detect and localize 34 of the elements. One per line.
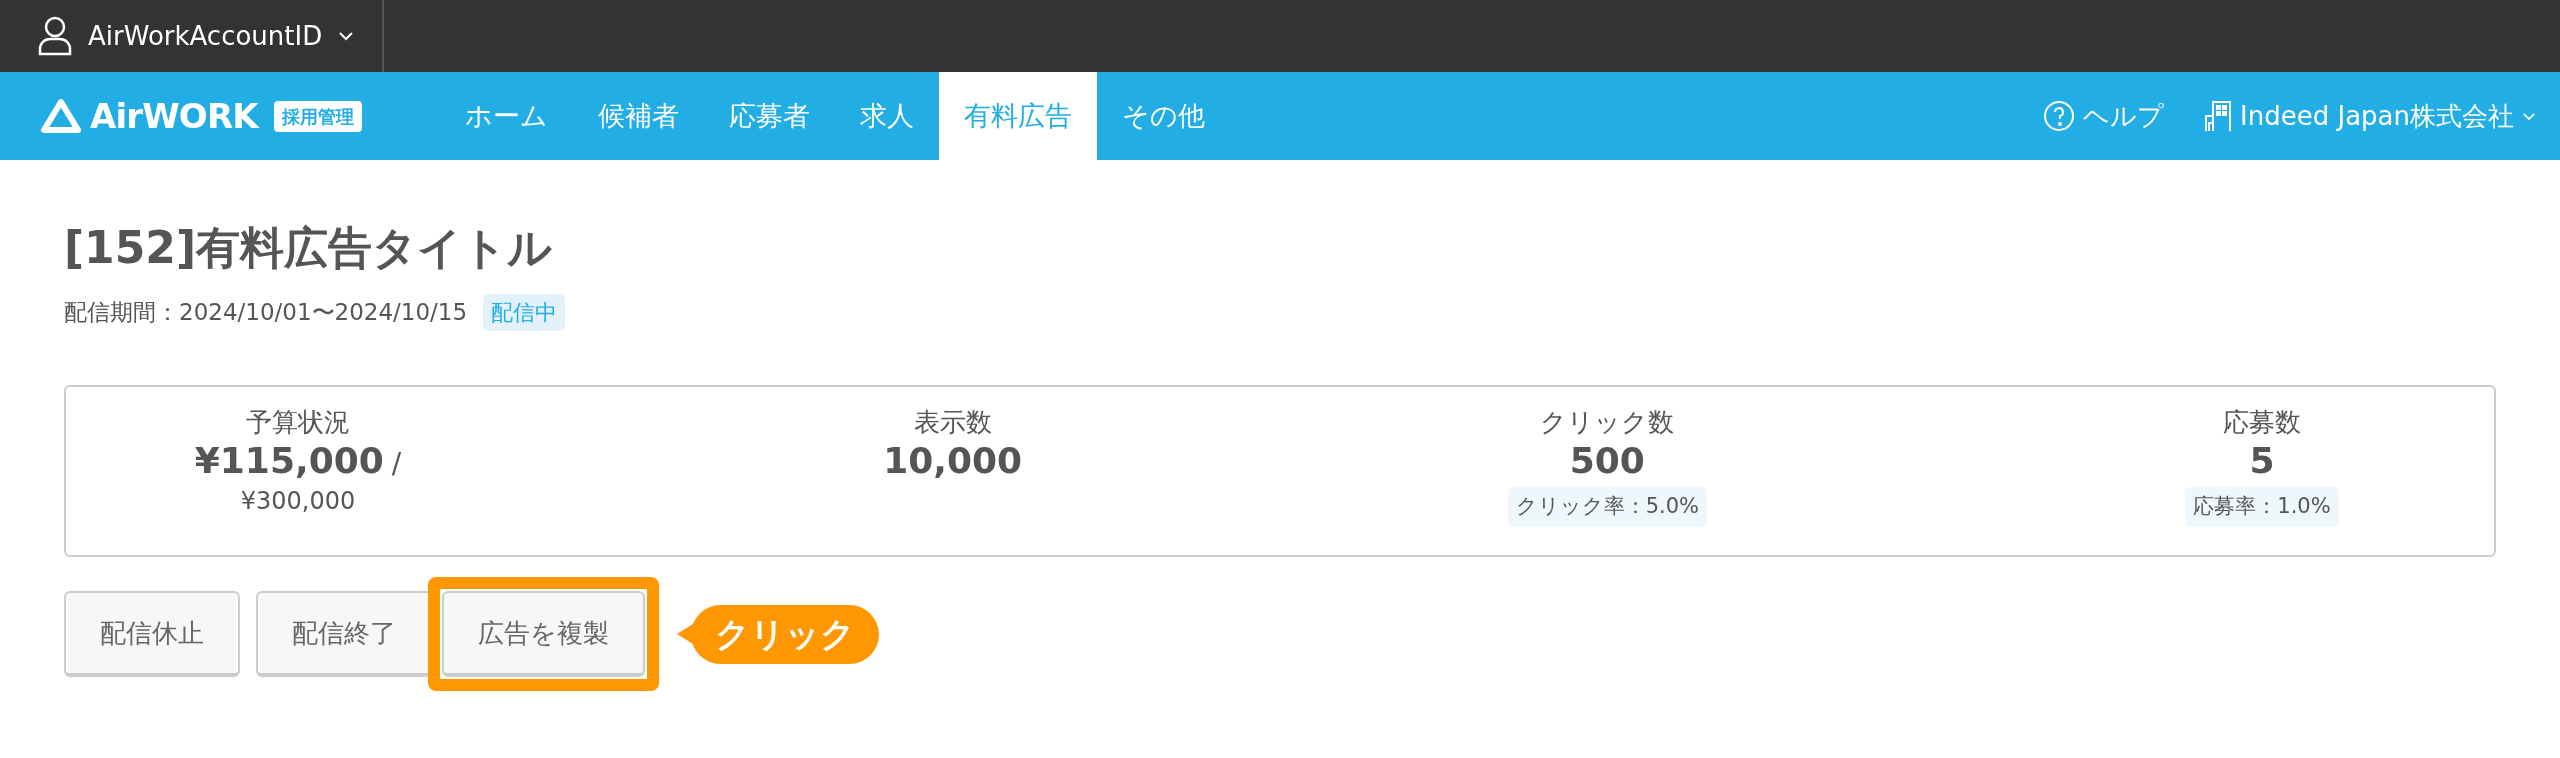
nav-tab[interactable]: 求人 [835, 72, 939, 160]
stat-separator: / [391, 446, 402, 482]
action-button[interactable]: 配信休止 [64, 591, 240, 677]
building-icon [2204, 100, 2233, 132]
logo-badge: 採用管理 [273, 100, 362, 132]
status-badge: 配信中 [483, 294, 566, 331]
company-menu[interactable]: Indeed Japan株式会社 [2204, 96, 2536, 136]
stat-label: 応募数 [2222, 406, 2301, 439]
triangle-logo-icon [40, 97, 82, 135]
stat-total: ¥300,000 [240, 486, 356, 517]
chevron-down-icon [2522, 111, 2536, 121]
action-button[interactable]: 広告を複製 [442, 591, 645, 677]
stat-value: 5 [2249, 439, 2275, 483]
rate-chip: 応募率：1.0% [2185, 487, 2339, 527]
help-link[interactable]: ヘルプ [2043, 96, 2165, 136]
user-icon [38, 16, 72, 56]
chevron-down-icon [338, 31, 355, 41]
logo-text: AirWORK [90, 94, 258, 138]
stat-value: ¥115,000 [194, 439, 384, 483]
stat-value: 10,000 [883, 439, 1023, 483]
stat-label: クリック数 [1540, 406, 1675, 439]
nav-tab[interactable]: ホーム [440, 72, 573, 160]
callout-tail [677, 624, 693, 644]
help-icon [2043, 100, 2076, 132]
period-text: 配信期間：2024/10/01〜2024/10/15 [64, 298, 468, 328]
nav-tab[interactable]: その他 [1097, 72, 1230, 160]
nav-tab[interactable]: 候補者 [573, 72, 704, 160]
stat-value: 500 [1569, 439, 1645, 483]
page-title: [152]有料広告タイトル [64, 226, 553, 270]
stat-label: 予算状況 [246, 406, 350, 439]
rate-chip: クリック率：5.0% [1507, 487, 1707, 527]
nav-tab[interactable]: 有料広告 [939, 72, 1097, 160]
nav-tab[interactable]: 応募者 [704, 72, 835, 160]
stat-label: 表示数 [913, 406, 992, 439]
